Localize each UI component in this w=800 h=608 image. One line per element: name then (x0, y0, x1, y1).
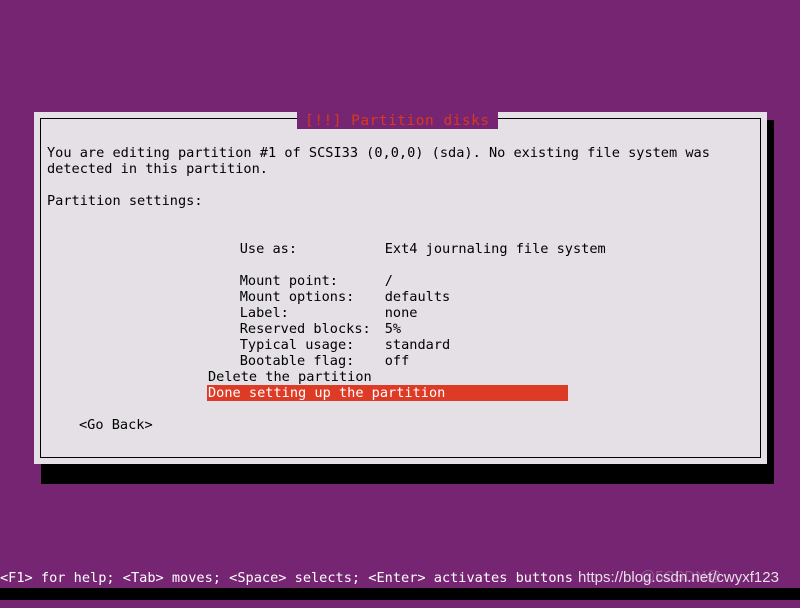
settings-label: Label: (239, 305, 289, 321)
settings-row-use-as[interactable]: Use as: Ext4 journaling file system (207, 225, 606, 257)
settings-value: standard (384, 337, 451, 353)
partition-settings-table: Use as: Ext4 journaling file system Mount… (207, 225, 606, 369)
status-bar-text: <F1> for help; <Tab> moves; <Space> sele… (0, 570, 573, 586)
action-delete-partition[interactable]: Delete the partition (207, 369, 568, 385)
settings-value: off (384, 353, 410, 369)
watermark-text: https://blog.csdn.net/cwyxf123 (578, 569, 779, 586)
settings-label: Mount point: (239, 273, 338, 289)
intro-text-line-2: detected in this partition. (47, 161, 268, 177)
partition-actions-list: Delete the partition Done setting up the… (207, 369, 568, 401)
settings-value: Ext4 journaling file system (384, 241, 606, 257)
partition-settings-heading: Partition settings: (47, 193, 203, 209)
settings-row-mount-point[interactable]: Mount point: / (207, 257, 606, 289)
dialog-title: [!!] Partition disks (305, 113, 490, 129)
settings-label: Mount options: (239, 289, 355, 305)
bottom-black-strip (0, 588, 800, 600)
settings-label: Reserved blocks: (239, 321, 371, 337)
go-back-button[interactable]: <Go Back> (79, 417, 153, 433)
action-done-setting-up-partition[interactable]: Done setting up the partition (207, 385, 568, 401)
settings-value: defaults (384, 289, 451, 305)
settings-label: Use as: (239, 241, 298, 257)
settings-value: none (384, 305, 418, 321)
settings-label: Typical usage: (239, 337, 355, 353)
settings-value: 5% (384, 321, 402, 337)
installer-screen: { "screen": { "background_color": "#7625… (0, 0, 800, 600)
dialog-title-bar: [!!] Partition disks (297, 111, 498, 129)
intro-text-line-1: You are editing partition #1 of SCSI33 (… (47, 145, 710, 161)
settings-label: Bootable flag: (239, 353, 355, 369)
settings-value: / (384, 273, 393, 289)
